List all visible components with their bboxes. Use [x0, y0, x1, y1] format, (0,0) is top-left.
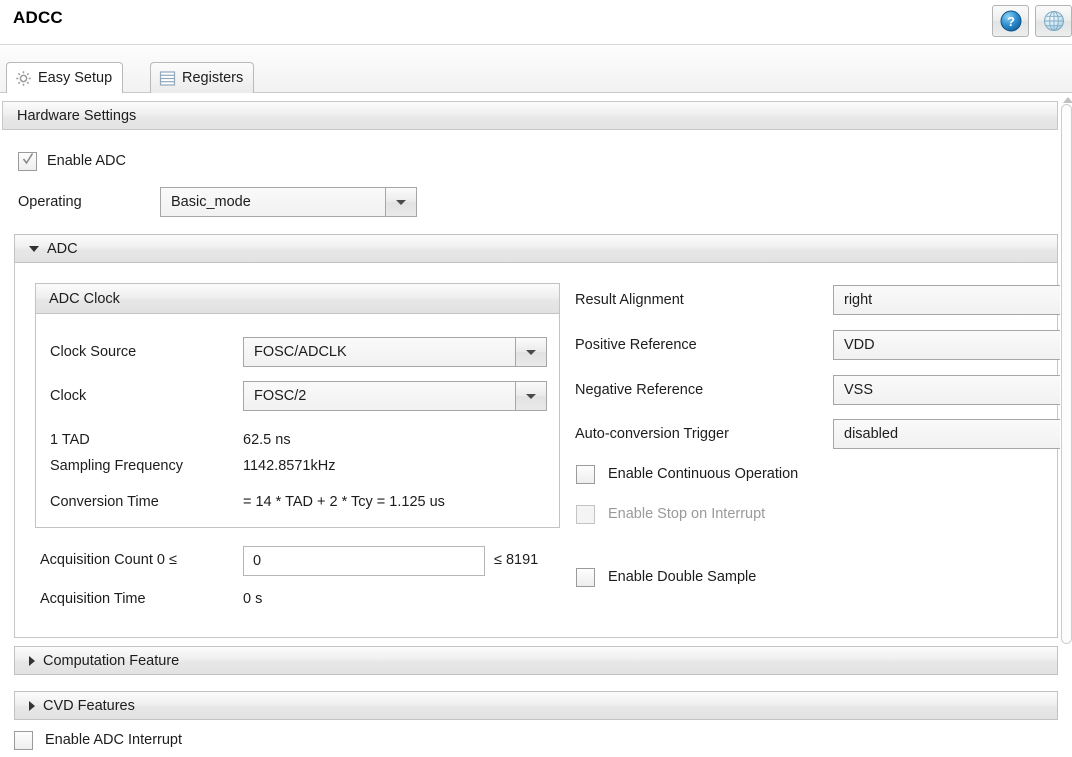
positive-reference-value: VDD: [833, 330, 1062, 360]
computation-feature-title: Computation Feature: [43, 652, 180, 669]
svg-text:?: ?: [1007, 14, 1015, 29]
enable-adc-label: Enable ADC: [47, 153, 126, 169]
clock-source-dropdown[interactable]: FOSC/ADCLK: [243, 337, 547, 367]
adc-clock-title-label: ADC Clock: [49, 290, 120, 307]
result-alignment-label: Result Alignment: [575, 292, 684, 308]
sampling-frequency-label: Sampling Frequency: [50, 458, 183, 474]
tab-easy-setup-label: Easy Setup: [38, 70, 113, 86]
adc-section-title: ADC: [47, 240, 78, 257]
chevron-down-icon: [526, 349, 536, 355]
checkmark-icon: [22, 153, 34, 165]
auto-conversion-trigger-dropdown[interactable]: disabled: [833, 419, 1072, 449]
acquisition-count-label: Acquisition Count 0 ≤: [40, 552, 177, 568]
title-bar-buttons: ?: [992, 5, 1072, 37]
negative-reference-value: VSS: [833, 375, 1062, 405]
enable-adc-checkbox[interactable]: [18, 152, 37, 171]
operating-label: Operating: [18, 194, 82, 210]
enable-adc-interrupt-label: Enable ADC Interrupt: [45, 732, 183, 748]
clock-source-arrow[interactable]: [516, 337, 547, 367]
positive-reference-label: Positive Reference: [575, 337, 697, 353]
tad-label: 1 TAD: [50, 432, 90, 448]
scroll-up-arrow-icon[interactable]: [1063, 97, 1072, 103]
chevron-down-icon: [29, 245, 39, 252]
result-alignment-value: right: [833, 285, 1062, 315]
chevron-down-icon: [396, 199, 406, 205]
conversion-time-value: = 14 * TAD + 2 * Tcy = 1.125 us: [243, 494, 445, 510]
globe-icon: [1043, 11, 1064, 31]
help-circle-icon: ?: [1000, 10, 1021, 32]
enable-stop-on-interrupt-label: Enable Stop on Interrupt: [608, 506, 766, 522]
enable-adc-interrupt-checkbox[interactable]: [14, 731, 33, 750]
operating-mode-dropdown[interactable]: Basic_mode: [160, 187, 417, 217]
chevron-right-icon: [29, 700, 35, 711]
clock-arrow[interactable]: [516, 381, 547, 411]
auto-conversion-trigger-value: disabled: [833, 419, 1062, 449]
hardware-settings-header: Hardware Settings: [2, 101, 1058, 130]
cvd-features-title: CVD Features: [43, 697, 135, 714]
enable-double-sample-label: Enable Double Sample: [608, 569, 757, 585]
enable-double-sample-checkbox[interactable]: [576, 568, 595, 587]
negative-reference-dropdown[interactable]: VSS: [833, 375, 1072, 405]
enable-continuous-operation-checkbox[interactable]: [576, 465, 595, 484]
auto-conversion-trigger-label: Auto-conversion Trigger: [575, 426, 729, 442]
acquisition-time-value: 0 s: [243, 591, 263, 607]
positive-reference-dropdown[interactable]: VDD: [833, 330, 1072, 360]
operating-mode-value: Basic_mode: [160, 187, 386, 217]
tab-easy-setup[interactable]: Easy Setup: [6, 62, 124, 93]
adc-section-header[interactable]: ADC: [14, 234, 1058, 263]
tad-value: 62.5 ns: [243, 432, 291, 448]
operating-mode-arrow[interactable]: [386, 187, 417, 217]
acquisition-count-max: ≤ 8191: [494, 552, 539, 568]
registers-list-icon: [159, 70, 176, 86]
adcc-configuration-window: ADCC ? Easy Setup Registers Hardware Set…: [0, 0, 1072, 757]
clock-label: Clock: [50, 388, 87, 404]
negative-reference-label: Negative Reference: [575, 382, 704, 398]
tab-registers-label: Registers: [182, 70, 244, 86]
vertical-scrollbar[interactable]: [1061, 104, 1072, 644]
clock-value: FOSC/2: [243, 381, 516, 411]
hardware-settings-title: Hardware Settings: [17, 107, 137, 124]
acquisition-time-label: Acquisition Time: [40, 591, 146, 607]
enable-stop-on-interrupt-checkbox[interactable]: [576, 505, 595, 524]
adc-clock-groupbox-title: ADC Clock: [36, 284, 559, 314]
clock-dropdown[interactable]: FOSC/2: [243, 381, 547, 411]
computation-feature-section-header[interactable]: Computation Feature: [14, 646, 1058, 675]
sampling-frequency-value: 1142.8571kHz: [243, 458, 336, 474]
chevron-right-icon: [29, 655, 35, 666]
gear-icon: [16, 70, 31, 86]
chevron-down-icon: [526, 393, 536, 399]
globe-button[interactable]: [1035, 5, 1072, 37]
help-button[interactable]: ?: [992, 5, 1029, 37]
clock-source-value: FOSC/ADCLK: [243, 337, 516, 367]
conversion-time-label: Conversion Time: [50, 494, 159, 510]
tab-strip: Easy Setup Registers: [0, 45, 1072, 93]
result-alignment-dropdown[interactable]: right: [833, 285, 1072, 315]
page-title: ADCC: [13, 8, 63, 27]
enable-continuous-operation-label: Enable Continuous Operation: [608, 466, 799, 482]
clock-source-label: Clock Source: [50, 344, 137, 360]
title-bar: ADCC ?: [0, 0, 1072, 45]
acquisition-count-input[interactable]: [243, 546, 485, 576]
tab-registers[interactable]: Registers: [150, 62, 255, 93]
cvd-features-section-header[interactable]: CVD Features: [14, 691, 1058, 720]
